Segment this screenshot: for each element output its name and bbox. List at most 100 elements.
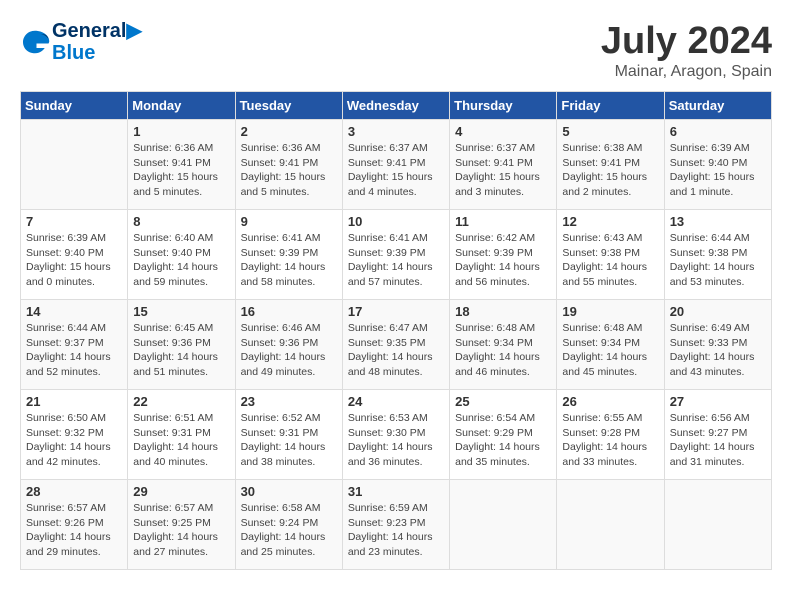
logo-text-block: General▶ Blue [52, 20, 142, 64]
cell-info: Sunrise: 6:39 AM Sunset: 9:40 PM Dayligh… [26, 231, 122, 290]
page-header: General▶ Blue July 2024 Mainar, Aragon, … [20, 20, 772, 81]
calendar-week-row: 1 Sunrise: 6:36 AM Sunset: 9:41 PM Daylig… [21, 120, 772, 210]
month-title: July 2024 [601, 20, 772, 63]
cell-info: Sunrise: 6:53 AM Sunset: 9:30 PM Dayligh… [348, 411, 444, 470]
cell-info: Sunrise: 6:55 AM Sunset: 9:28 PM Dayligh… [562, 411, 658, 470]
cell-info: Sunrise: 6:44 AM Sunset: 9:38 PM Dayligh… [670, 231, 766, 290]
cell-info: Sunrise: 6:48 AM Sunset: 9:34 PM Dayligh… [455, 321, 551, 380]
cell-info: Sunrise: 6:48 AM Sunset: 9:34 PM Dayligh… [562, 321, 658, 380]
calendar-cell: 31 Sunrise: 6:59 AM Sunset: 9:23 PM Dayli… [342, 480, 449, 570]
calendar-cell: 22 Sunrise: 6:51 AM Sunset: 9:31 PM Dayli… [128, 390, 235, 480]
calendar-cell [664, 480, 771, 570]
cell-info: Sunrise: 6:36 AM Sunset: 9:41 PM Dayligh… [133, 141, 229, 200]
calendar-cell: 14 Sunrise: 6:44 AM Sunset: 9:37 PM Dayli… [21, 300, 128, 390]
date-number: 5 [562, 124, 658, 139]
date-number: 9 [241, 214, 337, 229]
cell-info: Sunrise: 6:51 AM Sunset: 9:31 PM Dayligh… [133, 411, 229, 470]
date-number: 4 [455, 124, 551, 139]
logo-line2: Blue [52, 42, 142, 64]
date-number: 26 [562, 394, 658, 409]
cell-info: Sunrise: 6:44 AM Sunset: 9:37 PM Dayligh… [26, 321, 122, 380]
title-block: July 2024 Mainar, Aragon, Spain [601, 20, 772, 81]
cell-info: Sunrise: 6:57 AM Sunset: 9:25 PM Dayligh… [133, 501, 229, 560]
column-header-saturday: Saturday [664, 92, 771, 120]
cell-info: Sunrise: 6:57 AM Sunset: 9:26 PM Dayligh… [26, 501, 122, 560]
calendar-cell: 20 Sunrise: 6:49 AM Sunset: 9:33 PM Dayli… [664, 300, 771, 390]
date-number: 7 [26, 214, 122, 229]
cell-info: Sunrise: 6:41 AM Sunset: 9:39 PM Dayligh… [348, 231, 444, 290]
date-number: 18 [455, 304, 551, 319]
column-header-friday: Friday [557, 92, 664, 120]
date-number: 17 [348, 304, 444, 319]
date-number: 21 [26, 394, 122, 409]
calendar-header-row: SundayMondayTuesdayWednesdayThursdayFrid… [21, 92, 772, 120]
date-number: 13 [670, 214, 766, 229]
date-number: 20 [670, 304, 766, 319]
calendar-week-row: 14 Sunrise: 6:44 AM Sunset: 9:37 PM Dayli… [21, 300, 772, 390]
calendar-cell: 19 Sunrise: 6:48 AM Sunset: 9:34 PM Dayli… [557, 300, 664, 390]
cell-info: Sunrise: 6:37 AM Sunset: 9:41 PM Dayligh… [455, 141, 551, 200]
cell-info: Sunrise: 6:54 AM Sunset: 9:29 PM Dayligh… [455, 411, 551, 470]
calendar-cell: 26 Sunrise: 6:55 AM Sunset: 9:28 PM Dayli… [557, 390, 664, 480]
calendar-cell: 24 Sunrise: 6:53 AM Sunset: 9:30 PM Dayli… [342, 390, 449, 480]
calendar-cell: 8Sunrise: 6:40 AM Sunset: 9:40 PM Daylig… [128, 210, 235, 300]
date-number: 1 [133, 124, 229, 139]
date-number: 14 [26, 304, 122, 319]
calendar-cell: 17Sunrise: 6:47 AM Sunset: 9:35 PM Dayli… [342, 300, 449, 390]
date-number: 31 [348, 484, 444, 499]
calendar-cell: 3 Sunrise: 6:37 AM Sunset: 9:41 PM Daylig… [342, 120, 449, 210]
logo: General▶ Blue [20, 20, 142, 64]
calendar-cell: 16Sunrise: 6:46 AM Sunset: 9:36 PM Dayli… [235, 300, 342, 390]
calendar-cell [450, 480, 557, 570]
calendar-cell: 4 Sunrise: 6:37 AM Sunset: 9:41 PM Daylig… [450, 120, 557, 210]
date-number: 27 [670, 394, 766, 409]
cell-info: Sunrise: 6:39 AM Sunset: 9:40 PM Dayligh… [670, 141, 766, 200]
calendar-cell: 28 Sunrise: 6:57 AM Sunset: 9:26 PM Dayli… [21, 480, 128, 570]
calendar-cell: 30Sunrise: 6:58 AM Sunset: 9:24 PM Dayli… [235, 480, 342, 570]
calendar-cell: 23Sunrise: 6:52 AM Sunset: 9:31 PM Dayli… [235, 390, 342, 480]
calendar-cell: 5 Sunrise: 6:38 AM Sunset: 9:41 PM Daylig… [557, 120, 664, 210]
date-number: 12 [562, 214, 658, 229]
cell-info: Sunrise: 6:49 AM Sunset: 9:33 PM Dayligh… [670, 321, 766, 380]
cell-info: Sunrise: 6:38 AM Sunset: 9:41 PM Dayligh… [562, 141, 658, 200]
date-number: 15 [133, 304, 229, 319]
calendar-cell: 6Sunrise: 6:39 AM Sunset: 9:40 PM Daylig… [664, 120, 771, 210]
calendar-cell: 15Sunrise: 6:45 AM Sunset: 9:36 PM Dayli… [128, 300, 235, 390]
calendar-cell: 25 Sunrise: 6:54 AM Sunset: 9:29 PM Dayli… [450, 390, 557, 480]
date-number: 10 [348, 214, 444, 229]
date-number: 24 [348, 394, 444, 409]
column-header-wednesday: Wednesday [342, 92, 449, 120]
cell-info: Sunrise: 6:37 AM Sunset: 9:41 PM Dayligh… [348, 141, 444, 200]
calendar-cell: 11 Sunrise: 6:42 AM Sunset: 9:39 PM Dayli… [450, 210, 557, 300]
cell-info: Sunrise: 6:42 AM Sunset: 9:39 PM Dayligh… [455, 231, 551, 290]
calendar-cell: 10 Sunrise: 6:41 AM Sunset: 9:39 PM Dayli… [342, 210, 449, 300]
cell-info: Sunrise: 6:58 AM Sunset: 9:24 PM Dayligh… [241, 501, 337, 560]
location-title: Mainar, Aragon, Spain [601, 63, 772, 81]
cell-info: Sunrise: 6:56 AM Sunset: 9:27 PM Dayligh… [670, 411, 766, 470]
cell-info: Sunrise: 6:43 AM Sunset: 9:38 PM Dayligh… [562, 231, 658, 290]
calendar-cell: 13 Sunrise: 6:44 AM Sunset: 9:38 PM Dayli… [664, 210, 771, 300]
date-number: 28 [26, 484, 122, 499]
logo-icon [20, 27, 50, 57]
column-header-sunday: Sunday [21, 92, 128, 120]
date-number: 22 [133, 394, 229, 409]
calendar-cell: 27 Sunrise: 6:56 AM Sunset: 9:27 PM Dayli… [664, 390, 771, 480]
date-number: 11 [455, 214, 551, 229]
cell-info: Sunrise: 6:40 AM Sunset: 9:40 PM Dayligh… [133, 231, 229, 290]
calendar-week-row: 7 Sunrise: 6:39 AM Sunset: 9:40 PM Daylig… [21, 210, 772, 300]
column-header-thursday: Thursday [450, 92, 557, 120]
date-number: 23 [241, 394, 337, 409]
calendar-cell: 2Sunrise: 6:36 AM Sunset: 9:41 PM Daylig… [235, 120, 342, 210]
date-number: 19 [562, 304, 658, 319]
calendar-cell [557, 480, 664, 570]
date-number: 25 [455, 394, 551, 409]
calendar-week-row: 28 Sunrise: 6:57 AM Sunset: 9:26 PM Dayli… [21, 480, 772, 570]
cell-info: Sunrise: 6:50 AM Sunset: 9:32 PM Dayligh… [26, 411, 122, 470]
calendar-week-row: 21 Sunrise: 6:50 AM Sunset: 9:32 PM Dayli… [21, 390, 772, 480]
calendar-cell: 7 Sunrise: 6:39 AM Sunset: 9:40 PM Daylig… [21, 210, 128, 300]
calendar-cell: 1 Sunrise: 6:36 AM Sunset: 9:41 PM Daylig… [128, 120, 235, 210]
date-number: 3 [348, 124, 444, 139]
cell-info: Sunrise: 6:59 AM Sunset: 9:23 PM Dayligh… [348, 501, 444, 560]
column-header-tuesday: Tuesday [235, 92, 342, 120]
cell-info: Sunrise: 6:46 AM Sunset: 9:36 PM Dayligh… [241, 321, 337, 380]
